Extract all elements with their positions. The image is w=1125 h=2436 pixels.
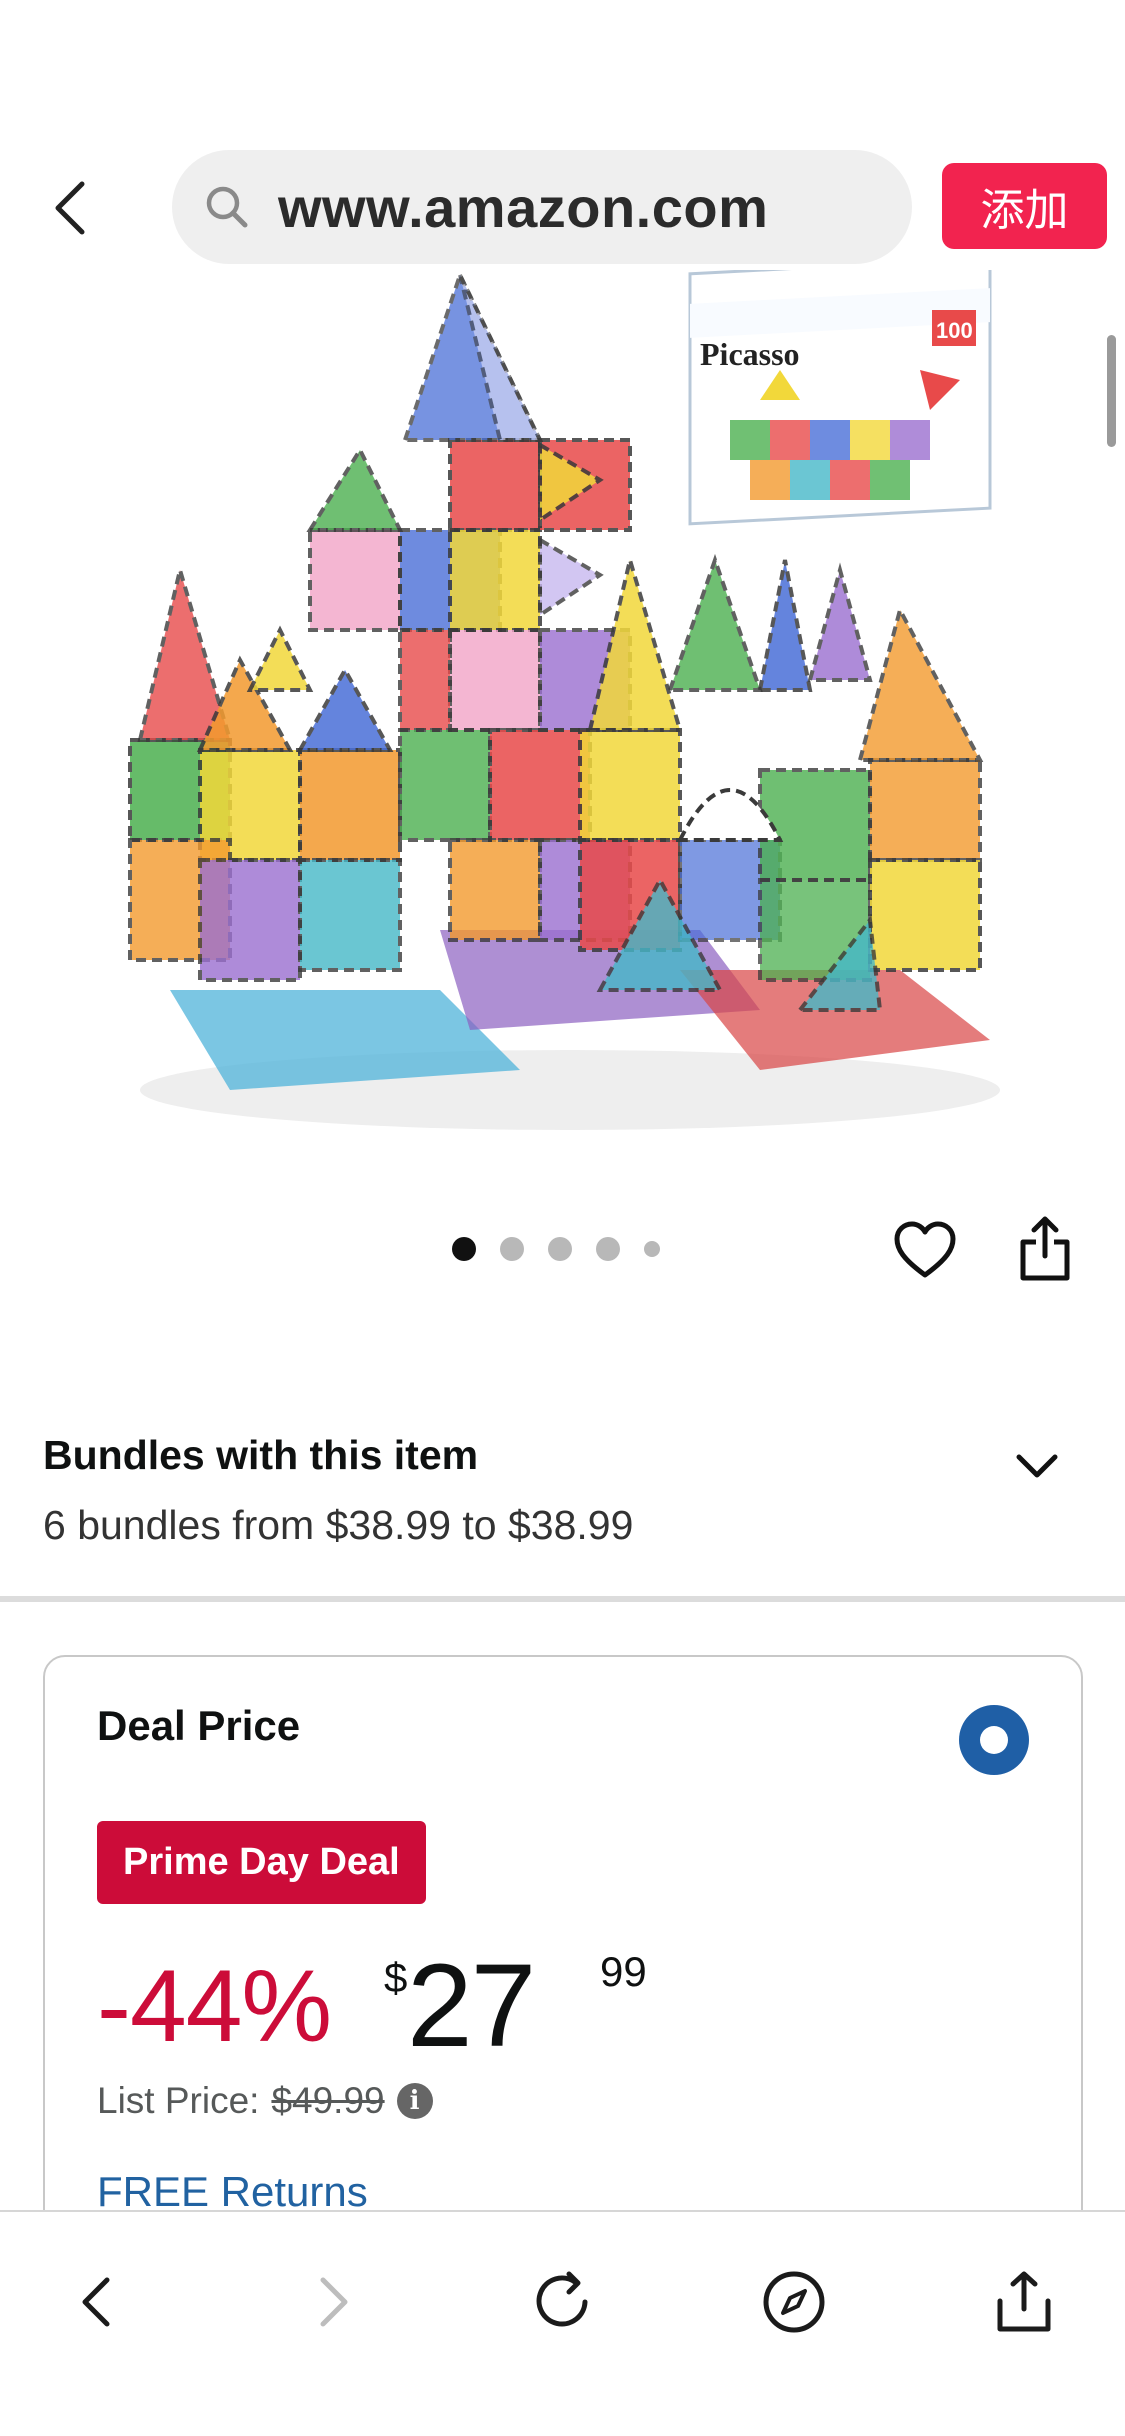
url-text: www.amazon.com — [278, 175, 769, 239]
share-icon[interactable] — [1010, 1209, 1080, 1289]
price-currency: $ — [384, 1954, 408, 2001]
box-count-text: 100 — [936, 318, 973, 343]
deal-radio-button[interactable] — [959, 1705, 1029, 1775]
list-price-value: $49.99 — [271, 2080, 385, 2121]
deal-title: Deal Price — [97, 1702, 301, 1749]
prime-day-badge: Prime Day Deal — [97, 1821, 426, 1904]
add-button[interactable]: 添加 — [942, 163, 1107, 249]
bundles-section[interactable]: Bundles with this item 6 bundles from $3… — [0, 1420, 1125, 1600]
search-icon — [202, 182, 252, 232]
box-brand-text: Picasso — [700, 336, 800, 372]
carousel-dot[interactable] — [644, 1241, 660, 1257]
reload-icon[interactable] — [512, 2252, 612, 2352]
carousel-dot[interactable] — [452, 1237, 476, 1261]
browser-top-bar: www.amazon.com 添加 — [0, 0, 1125, 270]
bundles-subtitle: 6 bundles from $38.99 to $38.99 — [43, 1502, 634, 1548]
share-icon[interactable] — [974, 2252, 1074, 2352]
heart-icon[interactable] — [890, 1215, 960, 1285]
address-bar[interactable]: www.amazon.com — [172, 150, 912, 264]
free-returns-link[interactable]: FREE Returns — [97, 2168, 368, 2216]
bundles-title: Bundles with this item — [43, 1432, 479, 1478]
forward-nav-icon[interactable] — [283, 2252, 383, 2352]
list-price-row: List Price: $49.99 i — [97, 2080, 433, 2122]
scroll-indicator — [1107, 335, 1116, 447]
chevron-down-icon[interactable] — [1012, 1442, 1062, 1492]
back-nav-icon[interactable] — [47, 2252, 147, 2352]
product-image[interactable]: Picasso 100 — [0, 256, 1125, 1150]
back-icon[interactable] — [40, 168, 100, 248]
image-carousel-controls — [0, 1215, 1125, 1285]
info-icon[interactable]: i — [396, 2083, 433, 2119]
browser-bottom-toolbar — [0, 2210, 1125, 2436]
carousel-dot[interactable] — [596, 1237, 620, 1261]
compass-icon[interactable] — [744, 2252, 844, 2352]
price-row: -44% $ 27 99 — [97, 1940, 997, 2072]
discount-percent: -44% — [97, 1949, 332, 2063]
carousel-dots — [452, 1237, 684, 1261]
carousel-dot[interactable] — [548, 1237, 572, 1261]
price-fraction: 99 — [600, 1948, 647, 1995]
price-whole: 27 — [407, 1940, 536, 2072]
list-price-label: List Price: — [97, 2080, 260, 2121]
section-divider — [0, 1596, 1125, 1602]
carousel-dot[interactable] — [500, 1237, 524, 1261]
